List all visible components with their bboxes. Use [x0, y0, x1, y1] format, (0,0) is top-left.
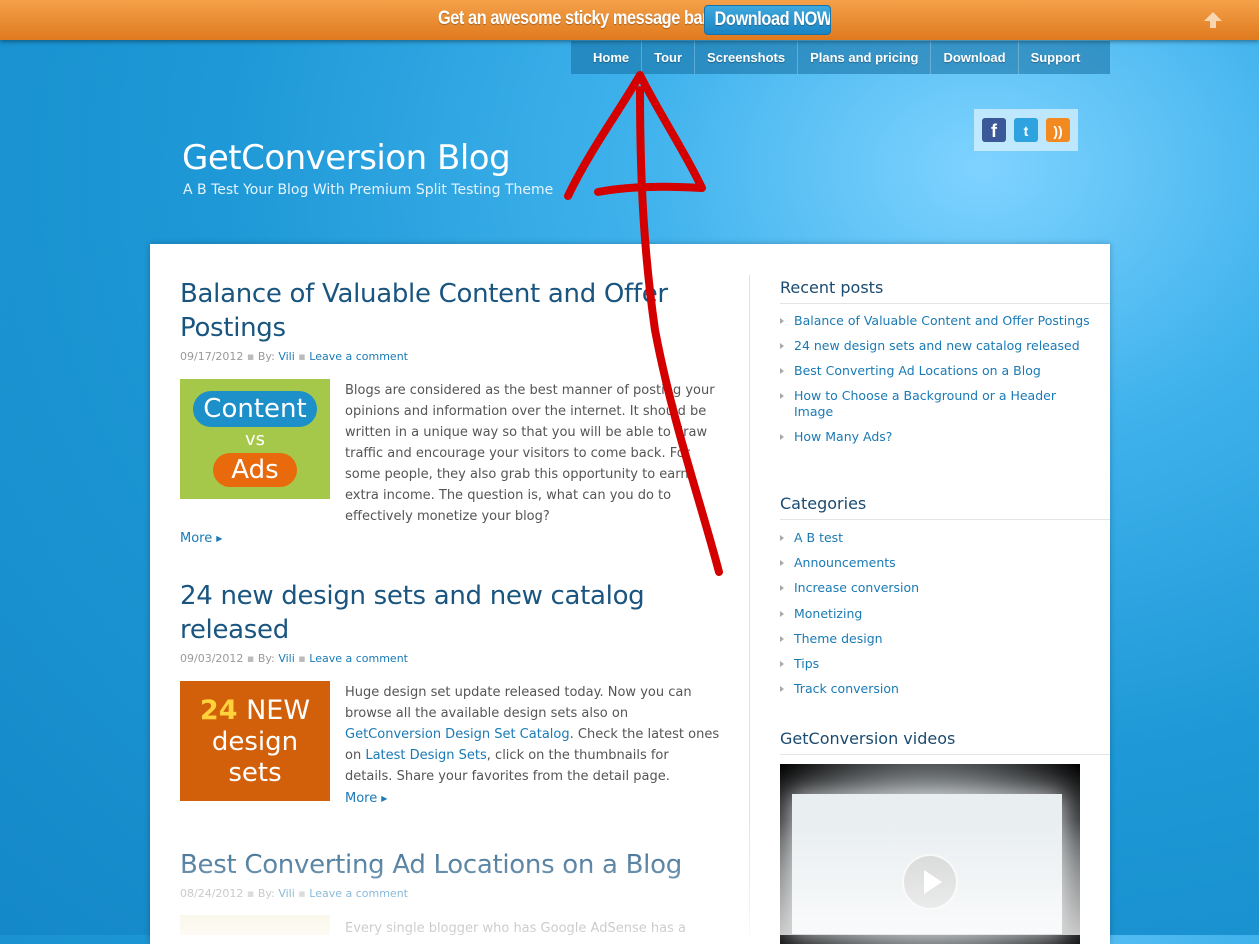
- post-title[interactable]: Best Converting Ad Locations on a Blog: [180, 848, 700, 882]
- download-now-button[interactable]: Download NOW: [704, 5, 831, 35]
- sticky-message-bar: Get an awesome sticky message bar! Downl…: [0, 0, 1259, 40]
- category-link[interactable]: Theme design: [780, 631, 1090, 647]
- latest-design-sets-link[interactable]: Latest Design Sets: [365, 748, 486, 763]
- more-label: More: [345, 791, 378, 806]
- nav-support[interactable]: Support: [1019, 41, 1093, 74]
- post-meta: 09/03/2012 ▪ By: Vili ▪ Leave a comment: [180, 652, 408, 665]
- category-link[interactable]: Monetizing: [780, 606, 1090, 622]
- more-label: More: [180, 531, 213, 546]
- categories-heading: Categories: [780, 494, 1110, 520]
- post-date: 08/24/2012: [180, 887, 244, 900]
- recent-post-link[interactable]: How to Choose a Background or a Header I…: [780, 388, 1090, 420]
- leave-comment-link[interactable]: Leave a comment: [309, 350, 408, 363]
- recent-post-link[interactable]: How Many Ads?: [780, 429, 1090, 445]
- video-player[interactable]: [780, 764, 1080, 944]
- post-date: 09/17/2012: [180, 350, 244, 363]
- recent-posts-list: Balance of Valuable Content and Offer Po…: [780, 313, 1090, 445]
- post-title[interactable]: 24 new design sets and new catalog relea…: [180, 579, 700, 647]
- caret-right-icon: ▶: [216, 534, 223, 543]
- category-link[interactable]: Announcements: [780, 555, 1090, 571]
- category-link[interactable]: Track conversion: [780, 681, 1090, 697]
- more-link[interactable]: More ▶: [180, 531, 222, 546]
- post-author-link[interactable]: Vili: [278, 652, 294, 665]
- thumb-text-content: Content: [193, 391, 317, 427]
- recent-post-link[interactable]: Balance of Valuable Content and Offer Po…: [780, 313, 1090, 329]
- category-link[interactable]: Tips: [780, 656, 1090, 672]
- excerpt-text: Huge design set update released today. N…: [345, 685, 692, 721]
- recent-posts-heading: Recent posts: [780, 278, 1110, 304]
- thumb-text-new: NEW: [246, 695, 311, 726]
- thumb-text-ads: Ads: [213, 453, 297, 487]
- sticky-bar-message: Get an awesome sticky message bar!: [438, 8, 714, 29]
- twitter-icon[interactable]: t: [1014, 118, 1038, 142]
- download-now-label: Download NOW: [714, 9, 831, 30]
- facebook-icon[interactable]: f: [982, 118, 1006, 142]
- thumb-text-vs: vs: [244, 429, 266, 450]
- post-thumbnail[interactable]: [180, 915, 330, 935]
- nav-screenshots[interactable]: Screenshots: [695, 41, 799, 74]
- blog-title[interactable]: GetConversion Blog: [182, 138, 511, 178]
- thumb-text-design: design: [211, 727, 299, 757]
- post-by-label: By:: [257, 350, 275, 363]
- post-meta: 09/17/2012 ▪ By: Vili ▪ Leave a comment: [180, 350, 408, 363]
- post-excerpt: Every single blogger who has Google AdSe…: [345, 921, 686, 935]
- arrow-up-icon[interactable]: [1203, 10, 1223, 30]
- nav-plans-and-pricing[interactable]: Plans and pricing: [798, 41, 932, 74]
- leave-comment-link[interactable]: Leave a comment: [309, 652, 408, 665]
- post-author-link[interactable]: Vili: [278, 887, 294, 900]
- rss-icon[interactable]: )): [1046, 118, 1070, 142]
- category-link[interactable]: Increase conversion: [780, 580, 1090, 596]
- post-thumbnail[interactable]: 24 NEW design sets: [180, 681, 330, 801]
- thumb-number: 24: [199, 695, 238, 726]
- categories-list: A B test Announcements Increase conversi…: [780, 530, 1090, 697]
- more-link[interactable]: More ▶: [345, 791, 387, 806]
- nav-tour[interactable]: Tour: [642, 41, 696, 74]
- post-excerpt: Blogs are considered as the best manner …: [345, 383, 715, 524]
- play-icon[interactable]: [902, 854, 958, 910]
- caret-right-icon: ▶: [381, 794, 388, 803]
- category-link[interactable]: A B test: [780, 530, 1090, 546]
- thumb-text-sets: sets: [228, 758, 282, 788]
- post-excerpt: Huge design set update released today. N…: [345, 682, 720, 787]
- nav-download[interactable]: Download: [931, 41, 1019, 74]
- blog-tagline: A B Test Your Blog With Premium Split Te…: [183, 182, 554, 198]
- design-set-catalog-link[interactable]: GetConversion Design Set Catalog: [345, 727, 570, 742]
- post-by-label: By:: [257, 887, 275, 900]
- post-meta: 08/24/2012 ▪ By: Vili ▪ Leave a comment: [180, 887, 408, 900]
- nav-home[interactable]: Home: [571, 41, 643, 74]
- post-author-link[interactable]: Vili: [278, 350, 294, 363]
- videos-heading: GetConversion videos: [780, 729, 1110, 755]
- column-divider: [749, 275, 750, 935]
- social-icons: f t )): [974, 109, 1078, 151]
- recent-post-link[interactable]: Best Converting Ad Locations on a Blog: [780, 363, 1090, 379]
- post-by-label: By:: [257, 652, 275, 665]
- leave-comment-link[interactable]: Leave a comment: [309, 887, 408, 900]
- post-date: 09/03/2012: [180, 652, 244, 665]
- post-thumbnail[interactable]: Content vs Ads: [180, 379, 330, 499]
- post-title[interactable]: Balance of Valuable Content and Offer Po…: [180, 277, 700, 345]
- main-nav: Home Tour Screenshots Plans and pricing …: [571, 41, 1110, 74]
- recent-post-link[interactable]: 24 new design sets and new catalog relea…: [780, 338, 1090, 354]
